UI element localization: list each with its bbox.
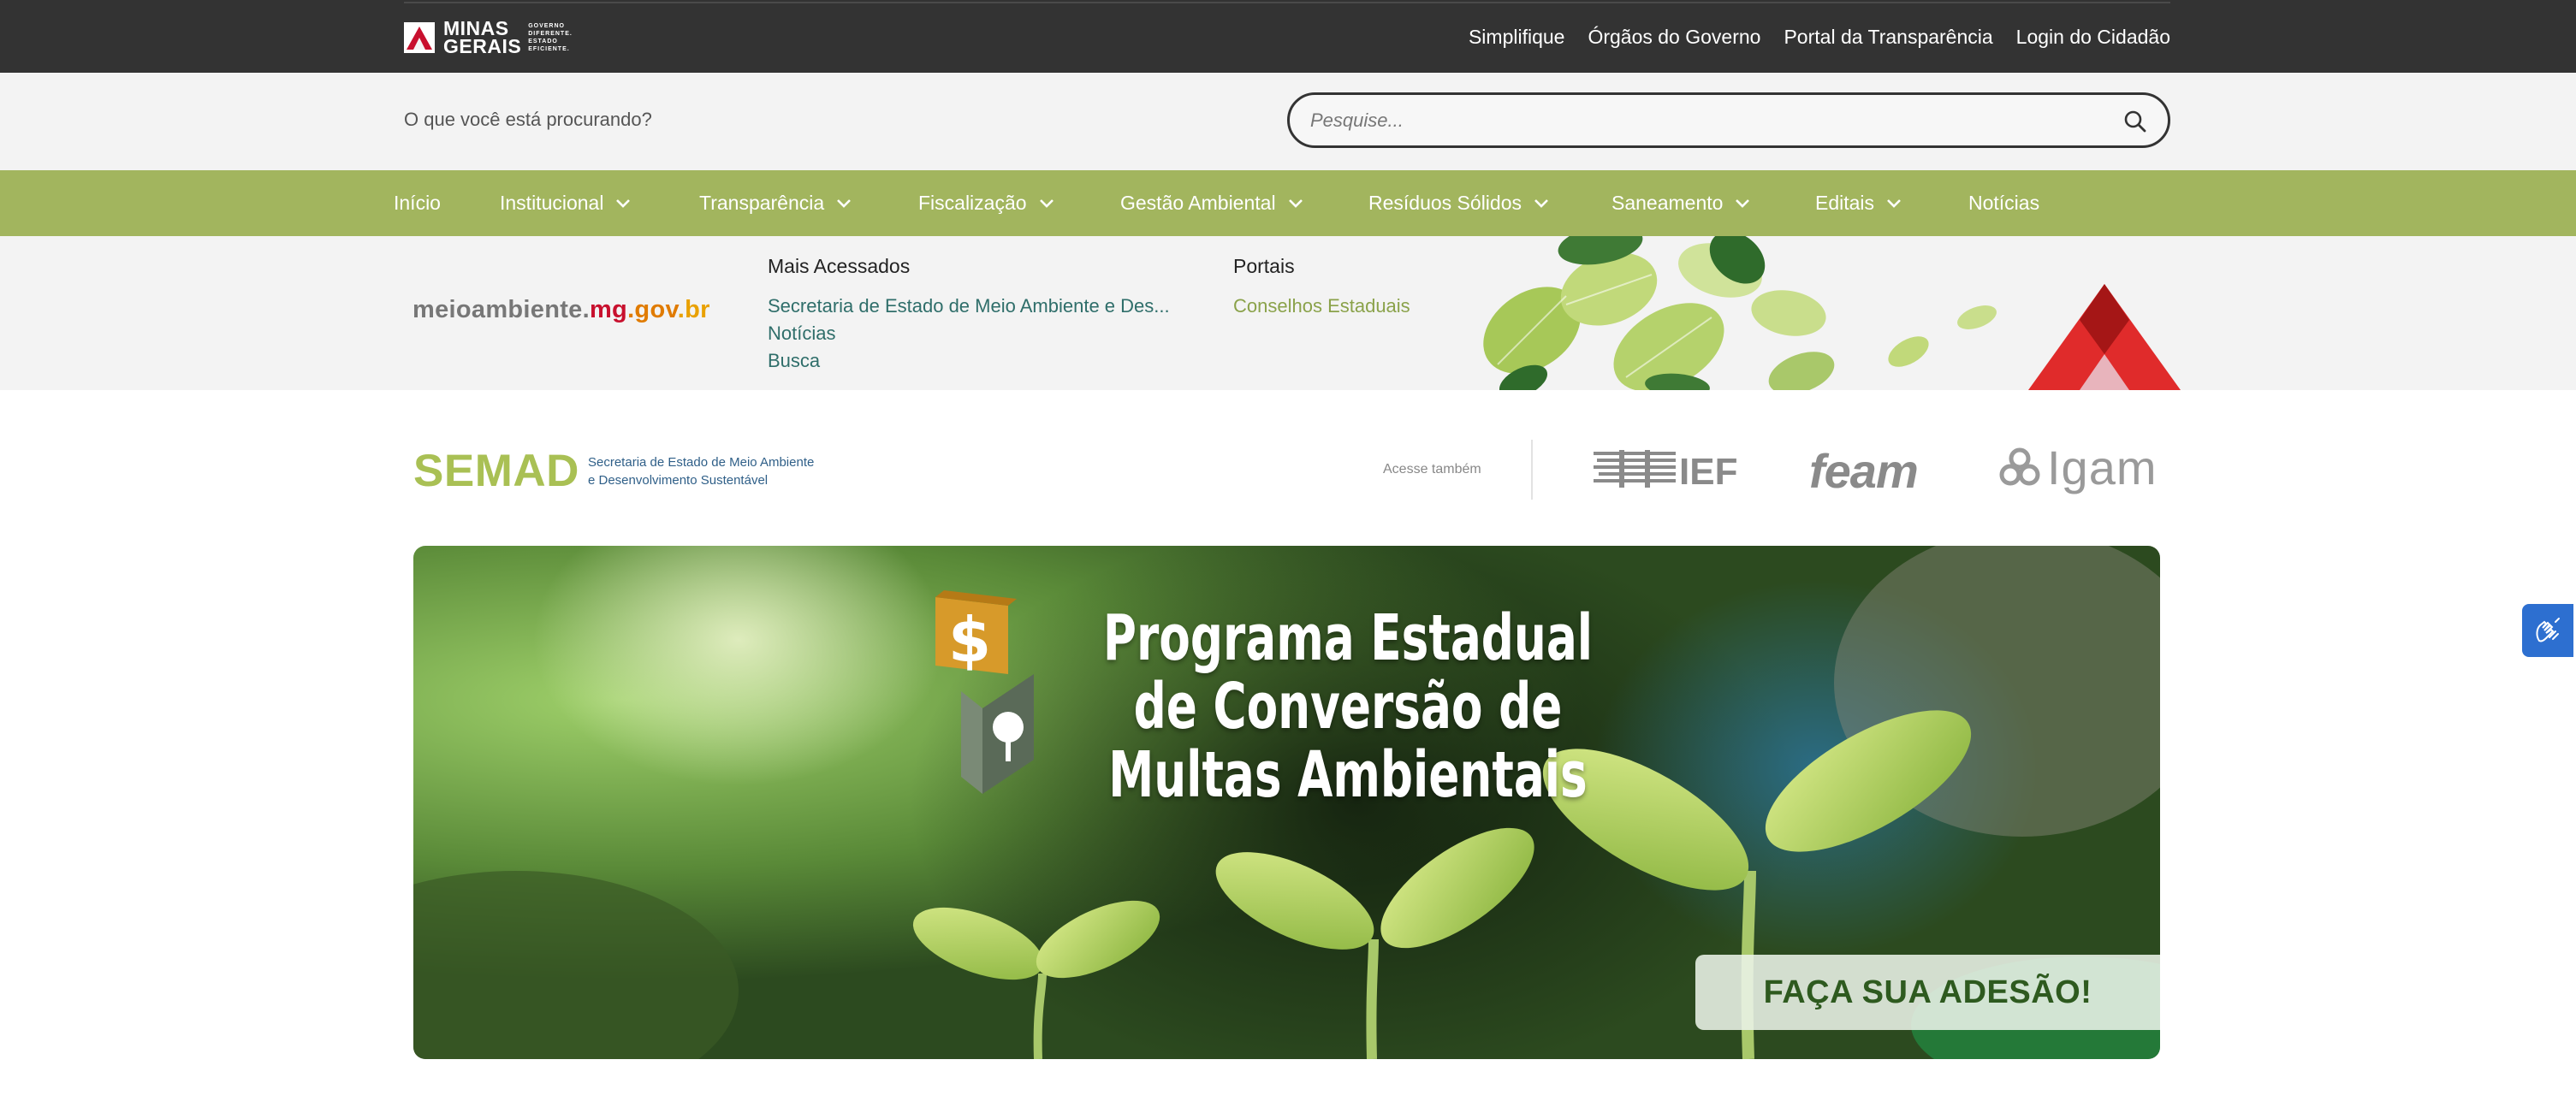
link-secretaria-meio-ambiente[interactable]: Secretaria de Estado de Meio Ambiente e … xyxy=(768,293,1170,320)
logo-tag-3: ESTADO xyxy=(528,38,558,44)
acesse-tambem-label: Acesse também xyxy=(1383,462,1481,477)
chevron-down-icon xyxy=(837,198,852,208)
domain-part-2: mg xyxy=(589,296,628,323)
feam-logo[interactable]: feam xyxy=(1809,443,1919,499)
meioambiente-domain-logo[interactable]: meioambiente.mg.gov.br xyxy=(413,296,710,324)
nav-item-label: Notícias xyxy=(1968,192,2040,214)
semad-subtitle-line-1: Secretaria de Estado de Meio Ambiente xyxy=(588,455,815,470)
agencies-divider xyxy=(1531,440,1533,500)
search-row: O que você está procurando? xyxy=(0,73,2576,170)
mais-acessados-column: Mais Acessados Secretaria de Estado de M… xyxy=(768,255,1170,375)
link-orgaos-do-governo[interactable]: Órgãos do Governo xyxy=(1588,26,1760,49)
nav-item-label: Resíduos Sólidos xyxy=(1368,192,1522,214)
chevron-down-icon xyxy=(1039,198,1054,208)
banner-title: Programa Estadual de Conversão de Multas… xyxy=(1071,604,1625,809)
nav-item-label: Editais xyxy=(1815,192,1875,214)
search-box xyxy=(1287,92,2170,148)
nav-item-institucional[interactable]: Institucional xyxy=(500,170,631,236)
banner-title-line-1: Programa Estadual xyxy=(1102,601,1594,675)
chevron-down-icon xyxy=(616,198,631,208)
banner-title-line-3: Multas Ambientais xyxy=(1108,738,1588,812)
nav-item-residuos-solidos[interactable]: Resíduos Sólidos xyxy=(1368,170,1549,236)
ief-text: IEF xyxy=(1679,451,1737,488)
top-bar-line xyxy=(404,2,2170,3)
nav-item-label: Fiscalização xyxy=(918,192,1027,214)
domain-part-3: .gov xyxy=(627,296,678,323)
sign-language-hands-icon xyxy=(2536,618,2560,642)
nav-item-transparencia[interactable]: Transparência xyxy=(699,170,852,236)
search-prompt: O que você está procurando? xyxy=(404,109,652,130)
nav-item-label: Saneamento xyxy=(1611,192,1724,214)
semad-subtitle: Secretaria de Estado de Meio Ambiente e … xyxy=(588,453,814,489)
logo-wordmark: MINAS GERAIS xyxy=(443,19,522,57)
leaves-illustration xyxy=(1483,236,1997,390)
minas-gerais-triangle-icon xyxy=(404,22,435,53)
chevron-down-icon xyxy=(1887,198,1901,208)
ief-logo[interactable]: IEF xyxy=(1594,450,1749,488)
link-simplifique[interactable]: Simplifique xyxy=(1469,26,1565,49)
accessibility-widget-button[interactable] xyxy=(2522,604,2573,657)
link-busca[interactable]: Busca xyxy=(768,347,1170,375)
igam-text: Igam xyxy=(2047,440,2158,494)
nav-item-inicio[interactable]: Início xyxy=(394,170,441,236)
logo-tag-1: GOVERNO xyxy=(528,23,565,29)
search-input[interactable] xyxy=(1310,107,2098,134)
logo-tagline: GOVERNO DIFERENTE. ESTADO EFICIENTE. xyxy=(528,22,573,53)
semad-subtitle-line-2: e Desenvolvimento Sustentável xyxy=(588,473,769,488)
logo-tag-4: EFICIENTE. xyxy=(528,46,570,52)
dollar-sign-icon: $ xyxy=(948,604,991,676)
nav-item-noticias[interactable]: Notícias xyxy=(1968,170,2039,236)
domain-part-4: .br xyxy=(677,296,710,323)
link-portal-da-transparencia[interactable]: Portal da Transparência xyxy=(1784,26,1992,49)
chevron-down-icon xyxy=(1288,198,1303,208)
domain-part-1: meioambiente. xyxy=(413,296,590,323)
nav-item-label: Transparência xyxy=(699,192,825,214)
top-bar: MINAS GERAIS GOVERNO DIFERENTE. ESTADO E… xyxy=(0,0,2576,73)
logo-line-2: GERAIS xyxy=(443,35,522,57)
nav-item-gestao-ambiental[interactable]: Gestão Ambiental xyxy=(1120,170,1303,236)
portais-title: Portais xyxy=(1233,255,1295,277)
nav-item-label: Institucional xyxy=(500,192,604,214)
faca-sua-adesao-button[interactable]: FAÇA SUA ADESÃO! xyxy=(1695,955,2160,1030)
agencies-row: SEMAD Secretaria de Estado de Meio Ambie… xyxy=(0,390,2576,546)
nav-item-label: Gestão Ambiental xyxy=(1120,192,1276,214)
page: MINAS GERAIS GOVERNO DIFERENTE. ESTADO E… xyxy=(0,0,2576,1101)
main-nav: Início Institucional Transparência Fisca… xyxy=(0,170,2576,236)
link-login-do-cidadao[interactable]: Login do Cidadão xyxy=(2016,26,2170,49)
link-noticias[interactable]: Notícias xyxy=(768,320,1170,347)
mais-acessados-title: Mais Acessados xyxy=(768,255,911,277)
nav-item-fiscalizacao[interactable]: Fiscalização xyxy=(918,170,1054,236)
mega-menu: meioambiente.mg.gov.br Mais Acessados Se… xyxy=(0,236,2576,390)
minas-gerais-logo[interactable]: MINAS GERAIS GOVERNO DIFERENTE. ESTADO E… xyxy=(404,19,573,57)
link-conselhos-estaduais[interactable]: Conselhos Estaduais xyxy=(1233,293,1410,320)
portais-column: Portais Conselhos Estaduais xyxy=(1233,255,1410,320)
logo-tag-2: DIFERENTE. xyxy=(528,31,573,37)
igam-mark-icon xyxy=(1999,447,2040,486)
nav-item-editais[interactable]: Editais xyxy=(1815,170,1902,236)
semad-logo[interactable]: SEMAD xyxy=(413,445,579,497)
igam-logo[interactable]: Igam xyxy=(1999,441,2158,494)
minas-gerais-triangle-emblem xyxy=(2028,284,2181,390)
search-icon[interactable] xyxy=(2123,110,2147,133)
nav-item-saneamento[interactable]: Saneamento xyxy=(1611,170,1750,236)
chevron-down-icon xyxy=(1534,198,1548,208)
hero-banner[interactable]: $ Programa Estadual de Conversão de Mult… xyxy=(413,546,2160,1059)
chevron-down-icon xyxy=(1736,198,1750,208)
top-links: Simplifique Órgãos do Governo Portal da … xyxy=(1469,26,2170,49)
nav-item-label: Início xyxy=(394,192,441,214)
banner-title-line-2: de Conversão de xyxy=(1133,670,1563,743)
